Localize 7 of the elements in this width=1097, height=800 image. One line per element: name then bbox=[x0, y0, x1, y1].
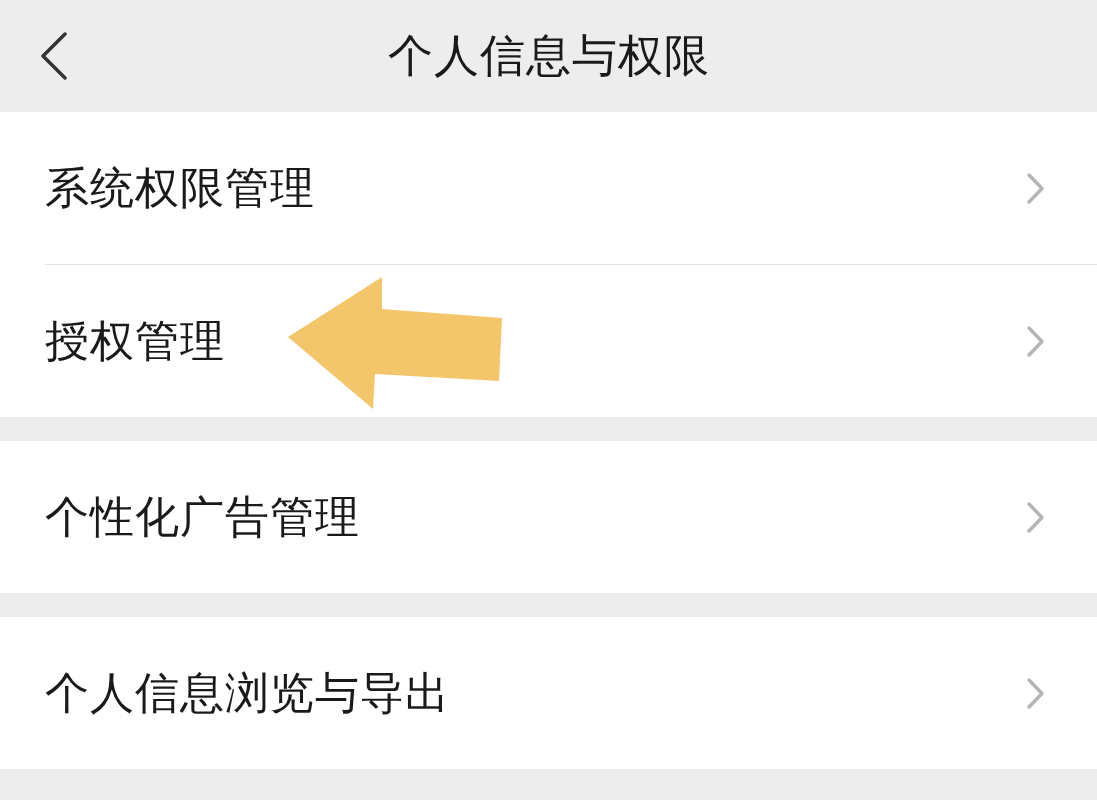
back-icon bbox=[40, 32, 68, 80]
back-button[interactable] bbox=[40, 32, 68, 80]
chevron-right-icon bbox=[1026, 500, 1045, 534]
page-title: 个人信息与权限 bbox=[387, 28, 710, 84]
chevron-right-icon bbox=[1026, 676, 1045, 710]
chevron-right-icon bbox=[1026, 171, 1045, 205]
chevron-right-icon bbox=[1026, 324, 1045, 358]
